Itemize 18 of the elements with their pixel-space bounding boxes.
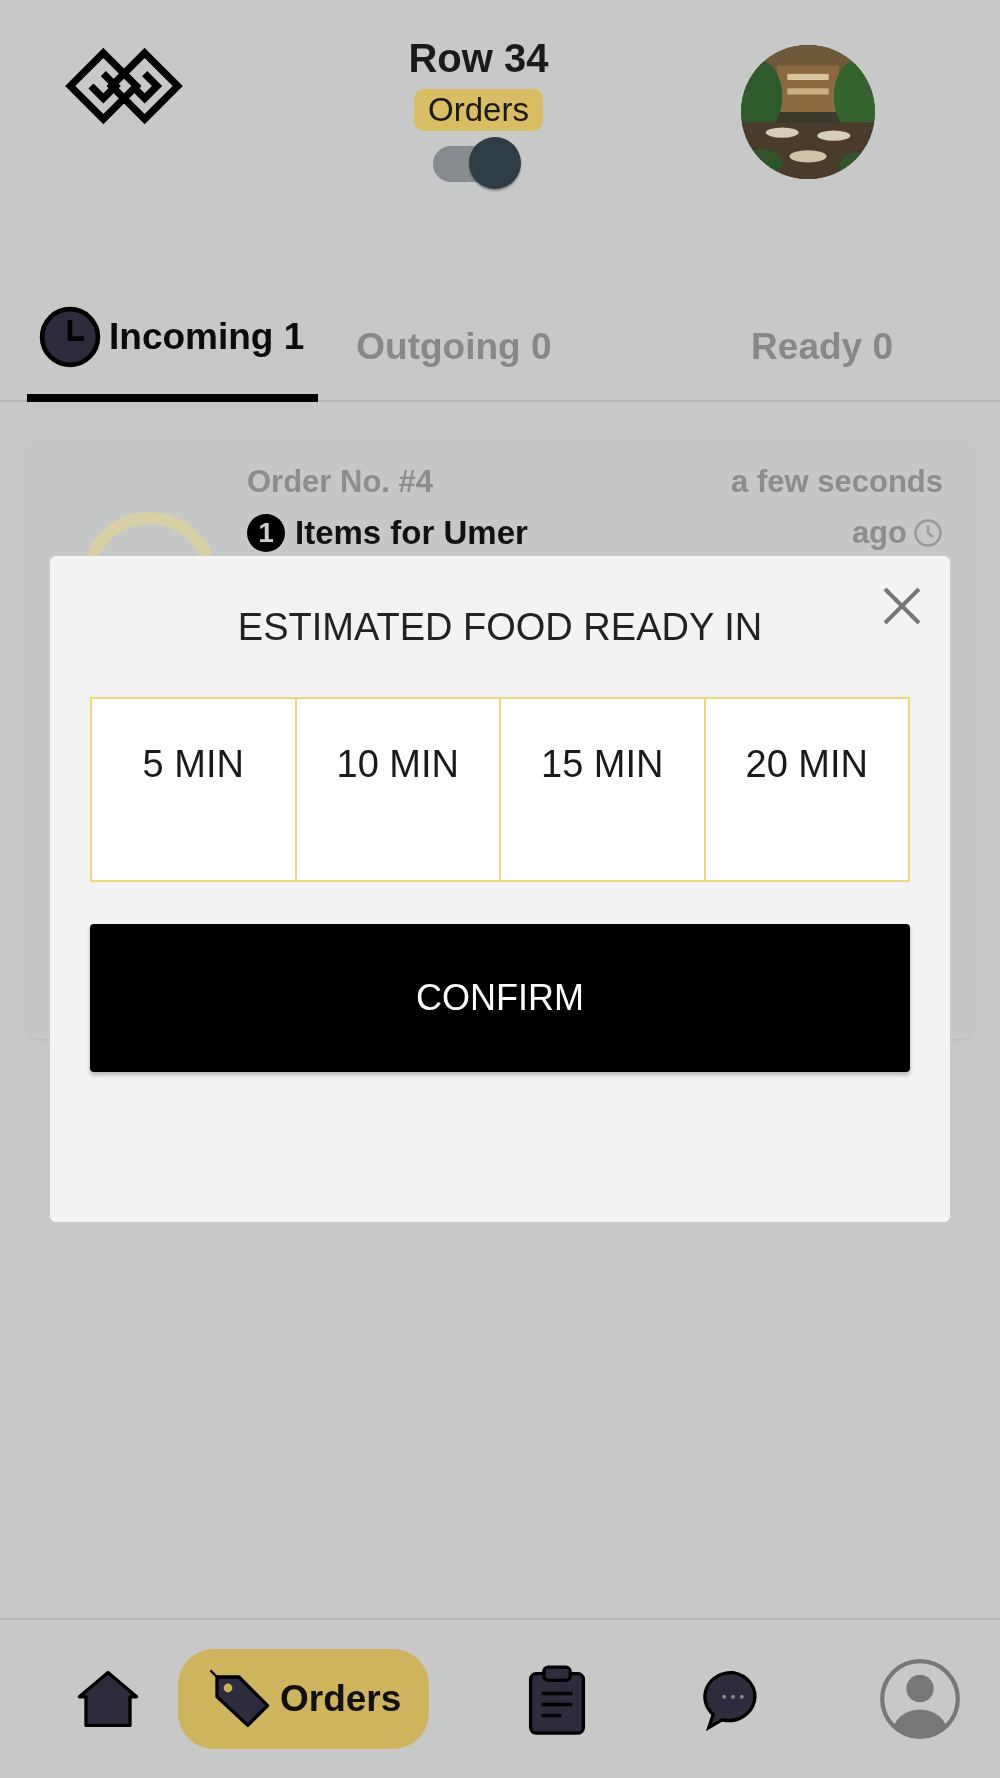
modal-title: ESTIMATED FOOD READY IN [237,606,763,649]
order-number: Order No. #4 [247,464,434,500]
page-title: Row 34 [408,36,549,81]
order-time-suffix: ago [851,515,907,551]
profile-icon[interactable] [878,1657,963,1741]
tab[interactable]: Incoming 1 [27,306,319,402]
time-option[interactable]: 5 MIN [90,697,297,882]
confirm-button[interactable]: CONFIRM [90,924,910,1072]
order-title: Items for Umer [295,514,528,552]
orders-tab[interactable]: Orders [178,1649,430,1749]
orders-badge: Orders [414,89,543,131]
time-option[interactable]: 20 MIN [703,697,910,882]
time-option[interactable]: 10 MIN [294,697,501,882]
order-time: a few seconds [731,464,943,500]
item-count: 1 [247,514,285,552]
time-option[interactable]: 15 MIN [499,697,706,882]
clock-icon [913,518,943,548]
close-icon[interactable] [882,586,922,626]
